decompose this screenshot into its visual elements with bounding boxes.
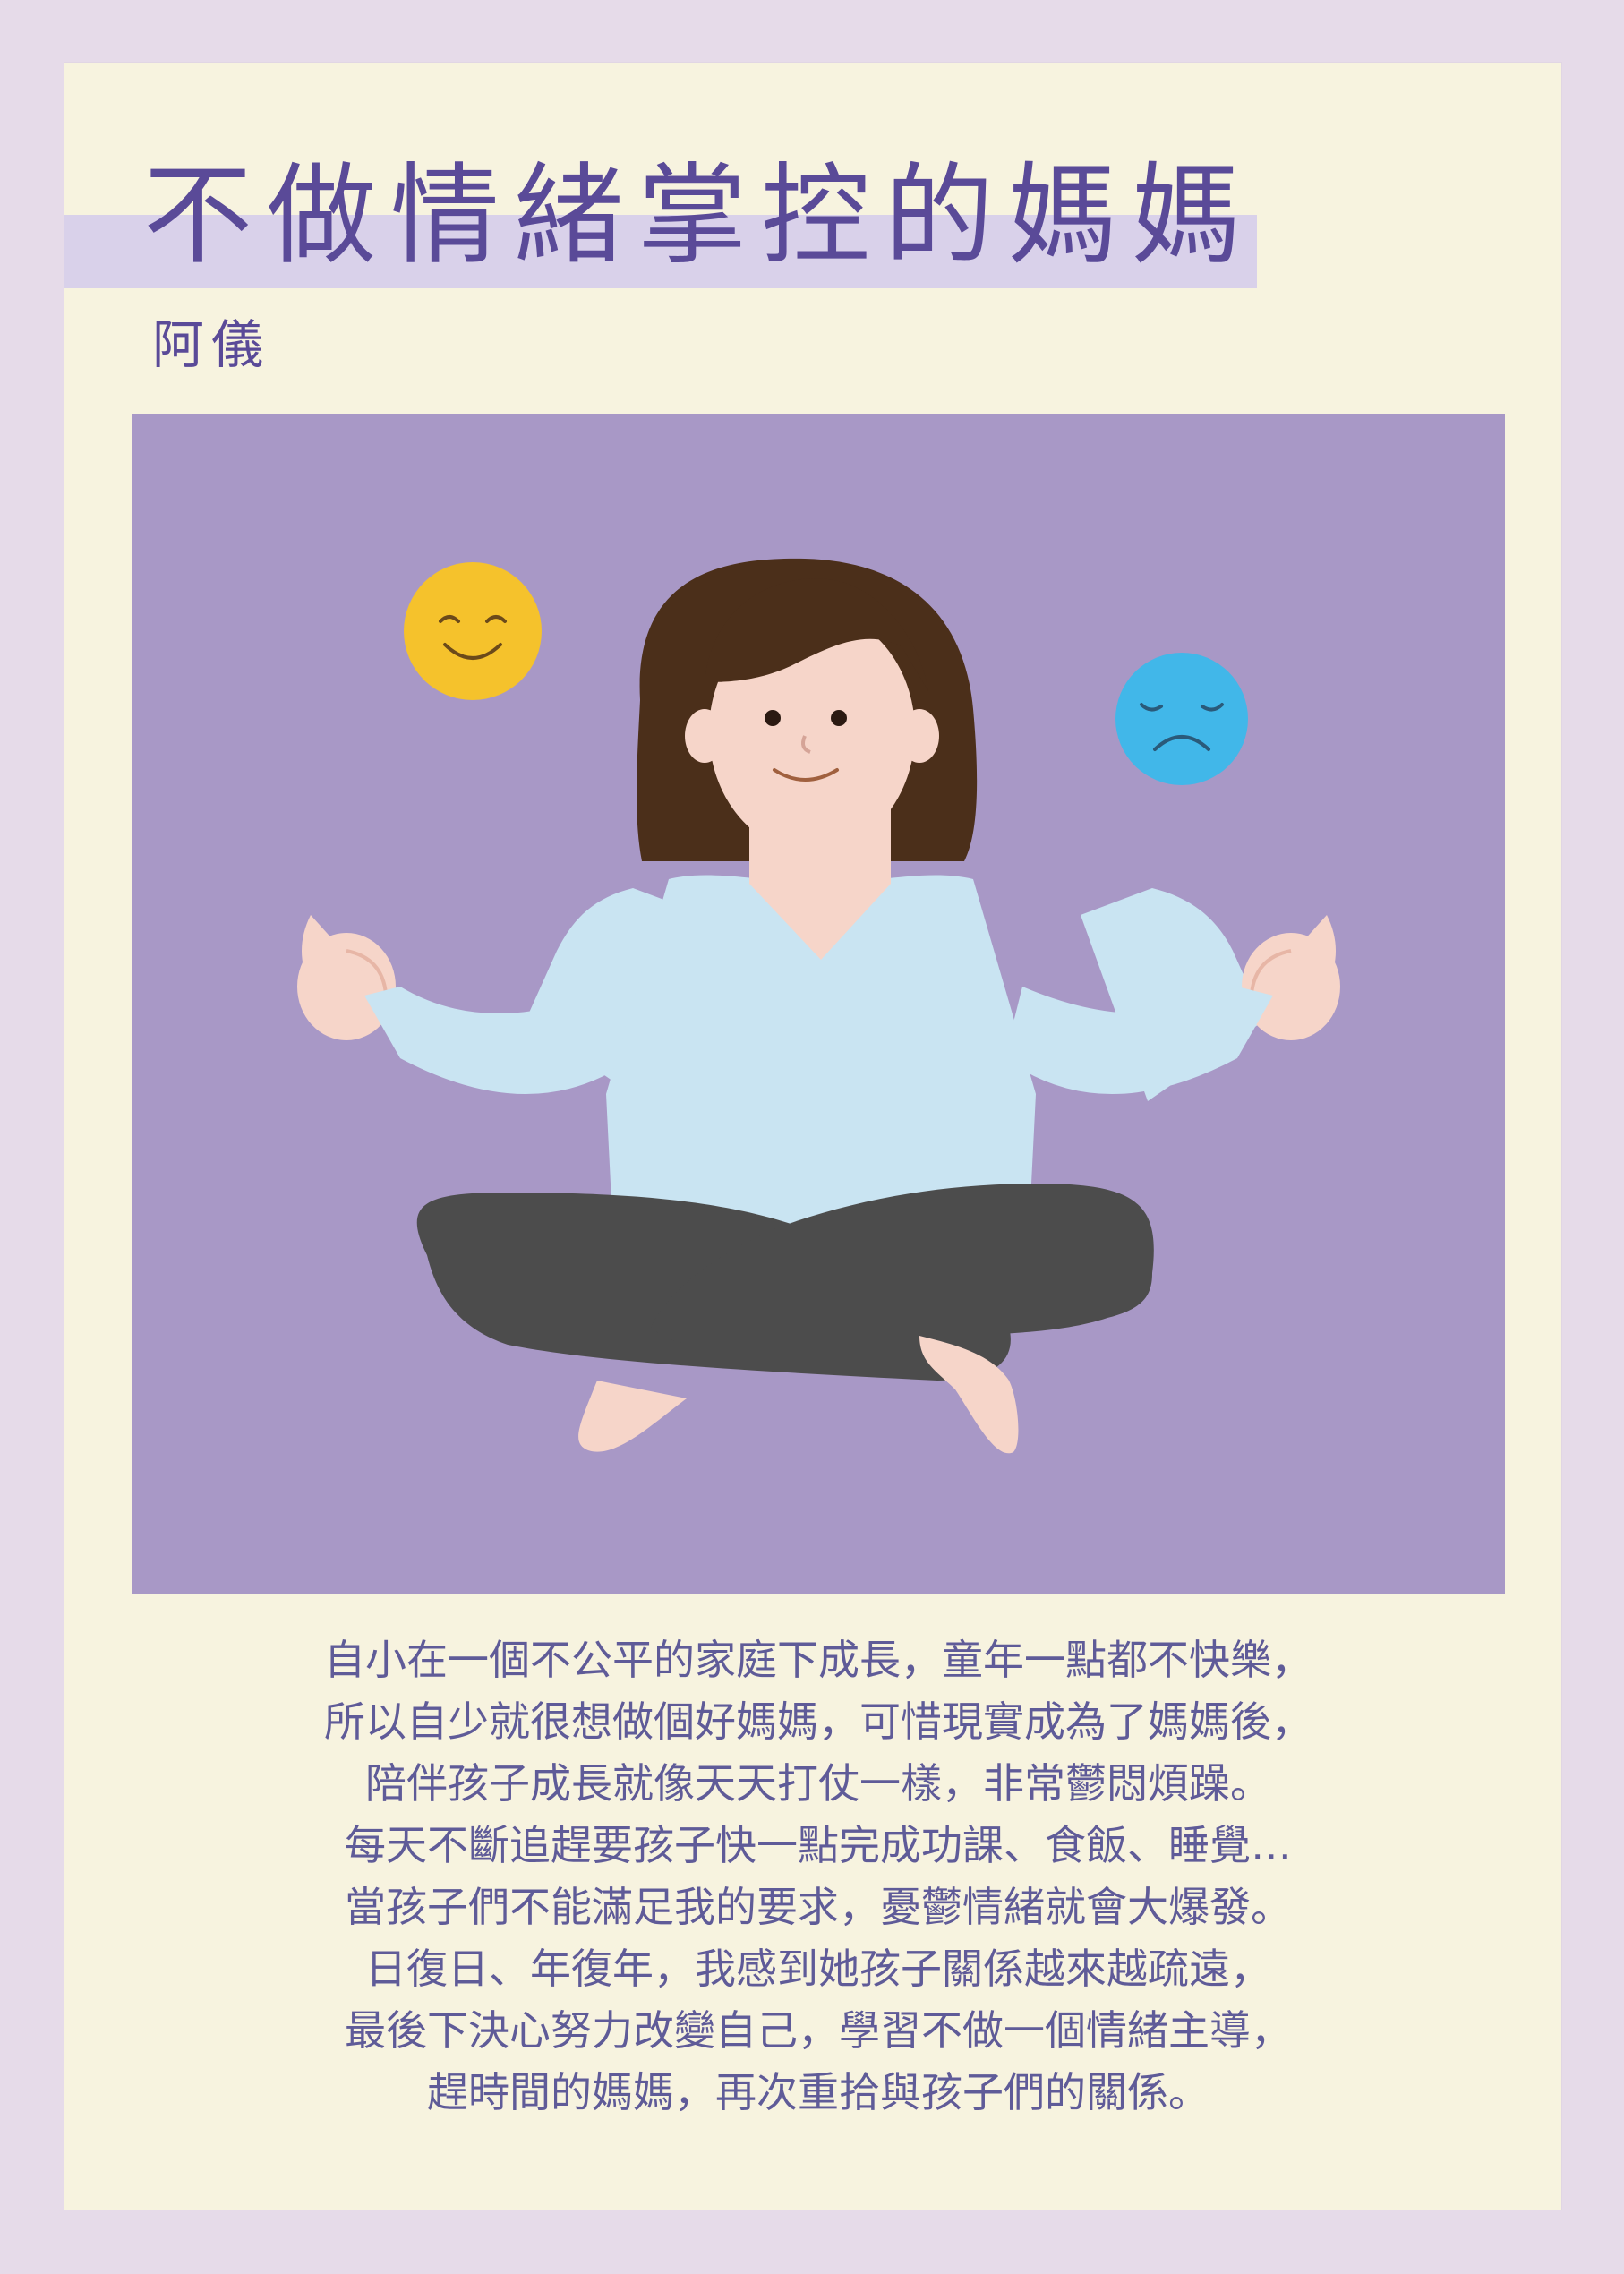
page-title: 不做情緒掌控的媽媽: [143, 152, 1255, 279]
story-line: 陪伴孩子成長就像天天打仗一樣，非常鬱悶煩躁。: [365, 1759, 1271, 1808]
story-line: 日復日、年復年，我感到她孩子關係越來越疏遠，: [365, 1945, 1271, 1993]
author-name: 阿儀: [152, 314, 271, 375]
story-line: 最後下決心努力改變自己，學習不做一個情緒主導，: [345, 2006, 1292, 2055]
story-line: 當孩子們不能滿足我的要求，憂鬱情緒就會大爆發。: [345, 1883, 1292, 1931]
story-line: 趕時間的媽媽，再次重拾與孩子們的關係。: [427, 2068, 1209, 2116]
meditation-illustration: [132, 414, 1505, 1594]
story-line: 所以自少就很想做個好媽媽，可惜現實成為了媽媽後，: [324, 1697, 1312, 1746]
sad-face-icon: [1115, 653, 1248, 785]
smiley-face-icon: [404, 562, 542, 700]
story-paragraph: 自小在一個不公平的家庭下成長，童年一點都不快樂， 所以自少就很想做個好媽媽，可惜…: [132, 1629, 1505, 2124]
story-line: 自小在一個不公平的家庭下成長，童年一點都不快樂，: [324, 1636, 1312, 1684]
story-line: 每天不斷追趕要孩子快一點完成功課、食飯、睡覺…: [345, 1821, 1292, 1869]
